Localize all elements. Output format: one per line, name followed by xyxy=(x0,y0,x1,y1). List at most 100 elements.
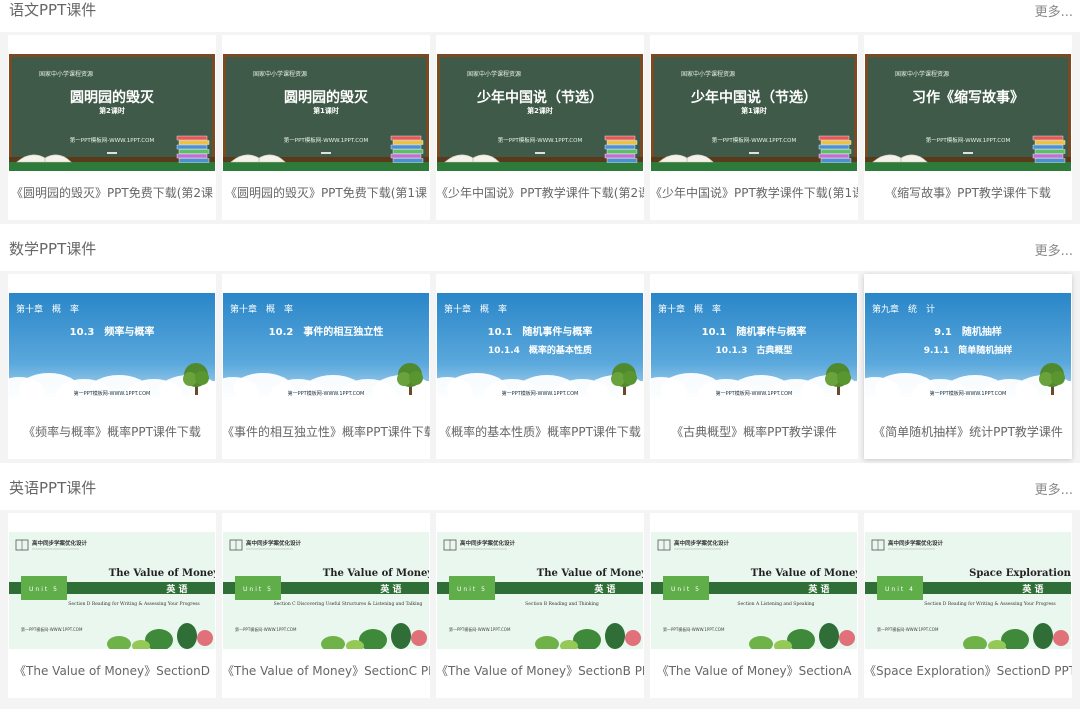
course-card[interactable]: 第十章 概 率 10.2 事件的相互独立性 第一PPT模板网-WWW.1PPT.CO… xyxy=(222,274,430,459)
course-caption[interactable]: 《The Value of Money》SectionD xyxy=(8,661,216,681)
section-title: 语文PPT课件 xyxy=(9,1,97,19)
course-caption[interactable]: 《事件的相互独立性》概率PPT课件下载 xyxy=(222,422,430,442)
slide-title: 圆明园的毁灭 xyxy=(70,89,155,106)
course-card[interactable]: 高中同步学案优化设计 The Value of Money 英 语 Unit 5 Sec… xyxy=(222,513,430,698)
slide-top-label: 国家中小学课程资源 xyxy=(467,70,521,78)
course-caption[interactable]: 《Space Exploration》SectionD PPT xyxy=(864,661,1072,681)
card-strip: 国家中小学课程资源圆明园的毁灭第2课时第一PPT模板网-WWW.1PPT.COM… xyxy=(0,32,1080,224)
course-card[interactable]: 高中同步学案优化设计 The Value of Money 英 语 Unit 5 Sec… xyxy=(8,513,216,698)
course-card[interactable]: 第十章 概 率 10.1 随机事件与概率 10.1.4 概率的基本性质 第一PPT模板… xyxy=(436,274,644,459)
slide-title: The Value of Money xyxy=(537,568,643,579)
slide-top-label: 国家中小学课程资源 xyxy=(681,70,735,78)
slide-section: Section C Discovering Useful Structures … xyxy=(274,601,423,607)
course-thumbnail[interactable]: 高中同步学案优化设计 The Value of Money 英 语 Unit 5 Sec… xyxy=(437,532,643,649)
slide-footer: 第一PPT模板网-WWW.1PPT.COM xyxy=(74,390,151,397)
slide-section: Section A Listening and Speaking xyxy=(737,601,814,607)
slide-brand: 高中同步学案优化设计 xyxy=(246,539,302,547)
course-card[interactable]: 国家中小学课程资源 圆明园的毁灭 第2课时 第一PPT模板网-WWW.1PPT.COM… xyxy=(8,35,216,220)
course-caption[interactable]: 《The Value of Money》SectionC PPT xyxy=(222,661,430,681)
slide-preview: 国家中小学课程资源习作《缩写故事》第一PPT模板网-WWW.1PPT.COM xyxy=(865,54,1071,171)
section-english: 英语PPT课件 更多... 高中同步学案优化设计 The Value of Mon… xyxy=(0,478,1080,709)
course-caption[interactable]: 《The Value of Money》SectionA xyxy=(650,661,858,681)
course-thumbnail[interactable]: 第十章 概 率 10.2 事件的相互独立性 第一PPT模板网-WWW.1PPT.CO… xyxy=(223,293,429,410)
course-caption[interactable]: 《简单随机抽样》统计PPT教学课件 xyxy=(864,422,1072,442)
slide-brand: 高中同步学案优化设计 xyxy=(460,539,516,547)
course-card[interactable]: 国家中小学课程资源 少年中国说（节选） 第2课时 第一PPT模板网-WWW.1PPT.… xyxy=(436,35,644,220)
course-card[interactable]: 高中同步学案优化设计 The Value of Money 英 语 Unit 5 Sec… xyxy=(650,513,858,698)
card-strip: 高中同步学案优化设计 The Value of Money 英 语 Unit 5 Sec… xyxy=(0,510,1080,709)
slide-unit: Unit 5 xyxy=(243,586,273,593)
course-thumbnail[interactable]: 高中同步学案优化设计 The Value of Money 英 语 Unit 5 Sec… xyxy=(651,532,857,649)
course-thumbnail[interactable]: 第九章 统 计 9.1 随机抽样 9.1.1 简单随机抽样 第一PPT模板网-WWW.… xyxy=(865,293,1071,410)
section-title: 数学PPT课件 xyxy=(9,240,97,258)
course-thumbnail[interactable]: 国家中小学课程资源 少年中国说（节选） 第1课时 第一PPT模板网-WWW.1PPT.… xyxy=(651,54,857,171)
slide-title: 少年中国说（节选） xyxy=(476,89,603,106)
slide-section: Section D Reading for Writing & Assessin… xyxy=(68,601,200,607)
course-caption[interactable]: 《频率与概率》概率PPT课件下载 xyxy=(8,422,216,442)
slide-preview: 高中同步学案优化设计 The Value of Money 英 语 Unit 5 Sec… xyxy=(437,532,643,649)
slide-footer: 第一PPT模板网-WWW.1PPT.COM xyxy=(716,390,793,397)
more-link[interactable]: 更多... xyxy=(1035,482,1073,500)
slide-section: Section B Reading and Thinking xyxy=(525,601,599,607)
more-link[interactable]: 更多... xyxy=(1035,4,1073,22)
course-thumbnail[interactable]: 高中同步学案优化设计 Space Exploration 英 语 Unit 4 Sect… xyxy=(865,532,1071,649)
slide-chapter: 第十章 概 率 xyxy=(444,303,507,315)
course-caption[interactable]: 《少年中国说》PPT教学课件下载(第1课 xyxy=(650,183,858,203)
slide-preview: 高中同步学案优化设计 The Value of Money 英 语 Unit 5 Sec… xyxy=(223,532,429,649)
slide-top-label: 国家中小学课程资源 xyxy=(253,70,307,78)
slide-subtitle: 第1课时 xyxy=(313,106,339,115)
slide-preview: 第九章 统 计 9.1 随机抽样 9.1.1 简单随机抽样第一PPT模板网-WWW.… xyxy=(865,293,1071,410)
slide-footer: 第一PPT模板网-WWW.1PPT.COM xyxy=(21,626,83,632)
slide-unit: Unit 5 xyxy=(671,586,701,593)
slide-subject: 英 语 xyxy=(165,583,187,595)
slide-footer: 第一PPT模板网-WWW.1PPT.COM xyxy=(663,626,725,632)
course-thumbnail[interactable]: 国家中小学课程资源 圆明园的毁灭 第1课时 第一PPT模板网-WWW.1PPT.COM xyxy=(223,54,429,171)
section-header: 英语PPT课件 更多... xyxy=(0,478,1080,508)
slide-chapter: 第十章 概 率 xyxy=(16,303,79,315)
course-thumbnail[interactable]: 第十章 概 率 10.1 随机事件与概率 10.1.4 概率的基本性质 第一PPT模板… xyxy=(437,293,643,410)
course-card[interactable]: 国家中小学课程资源 圆明园的毁灭 第1课时 第一PPT模板网-WWW.1PPT.COM… xyxy=(222,35,430,220)
slide-footer: 第一PPT模板网-WWW.1PPT.COM xyxy=(926,136,1011,144)
course-caption[interactable]: 《概率的基本性质》概率PPT课件下载 xyxy=(436,422,644,442)
course-caption[interactable]: 《圆明园的毁灭》PPT免费下载(第1课 xyxy=(222,183,430,203)
slide-brand: 高中同步学案优化设计 xyxy=(674,539,730,547)
course-card[interactable]: 国家中小学课程资源 少年中国说（节选） 第1课时 第一PPT模板网-WWW.1PPT.… xyxy=(650,35,858,220)
section-header: 语文PPT课件 更多... xyxy=(0,0,1080,30)
course-caption[interactable]: 《少年中国说》PPT教学课件下载(第2课 xyxy=(436,183,644,203)
slide-title: 10.1 随机事件与概率 xyxy=(488,325,593,338)
slide-footer: 第一PPT模板网-WWW.1PPT.COM xyxy=(712,136,797,144)
slide-preview: 高中同步学案优化设计 The Value of Money 英 语 Unit 5 Sec… xyxy=(651,532,857,649)
course-caption[interactable]: 《圆明园的毁灭》PPT免费下载(第2课 xyxy=(8,183,216,203)
course-thumbnail[interactable]: 高中同步学案优化设计 The Value of Money 英 语 Unit 5 Sec… xyxy=(9,532,215,649)
slide-top-label: 国家中小学课程资源 xyxy=(39,70,93,78)
slide-subtitle: 第2课时 xyxy=(527,106,553,115)
section-title: 英语PPT课件 xyxy=(9,479,97,497)
course-card[interactable]: 高中同步学案优化设计 Space Exploration 英 语 Unit 4 Sect… xyxy=(864,513,1072,698)
slide-title: 少年中国说（节选） xyxy=(690,89,817,106)
slide-title: 习作《缩写故事》 xyxy=(912,89,1024,106)
slide-preview: 国家中小学课程资源圆明园的毁灭第2课时第一PPT模板网-WWW.1PPT.COM xyxy=(9,54,215,171)
course-thumbnail[interactable]: 国家中小学课程资源 圆明园的毁灭 第2课时 第一PPT模板网-WWW.1PPT.COM xyxy=(9,54,215,171)
course-thumbnail[interactable]: 国家中小学课程资源 习作《缩写故事》 第一PPT模板网-WWW.1PPT.COM xyxy=(865,54,1071,171)
slide-unit: Unit 4 xyxy=(885,586,915,593)
more-link[interactable]: 更多... xyxy=(1035,243,1073,261)
course-card[interactable]: 第十章 概 率 10.1 随机事件与概率 10.1.3 古典概型 第一PPT模板网-W… xyxy=(650,274,858,459)
course-card[interactable]: 国家中小学课程资源 习作《缩写故事》 第一PPT模板网-WWW.1PPT.COM 《… xyxy=(864,35,1072,220)
course-card[interactable]: 高中同步学案优化设计 The Value of Money 英 语 Unit 5 Sec… xyxy=(436,513,644,698)
slide-preview: 第十章 概 率 10.2 事件的相互独立性第一PPT模板网-WWW.1PPT.CO… xyxy=(223,293,429,410)
course-caption[interactable]: 《缩写故事》PPT教学课件下载 xyxy=(864,183,1072,203)
course-caption[interactable]: 《古典概型》概率PPT教学课件 xyxy=(650,422,858,442)
slide-preview: 国家中小学课程资源圆明园的毁灭第1课时第一PPT模板网-WWW.1PPT.COM xyxy=(223,54,429,171)
course-caption[interactable]: 《The Value of Money》SectionB PPT xyxy=(436,661,644,681)
course-card[interactable]: 第十章 概 率 10.3 频率与概率 第一PPT模板网-WWW.1PPT.COM 《… xyxy=(8,274,216,459)
slide-subtitle: 9.1.1 简单随机抽样 xyxy=(924,344,1013,356)
course-thumbnail[interactable]: 国家中小学课程资源 少年中国说（节选） 第2课时 第一PPT模板网-WWW.1PPT.… xyxy=(437,54,643,171)
course-thumbnail[interactable]: 高中同步学案优化设计 The Value of Money 英 语 Unit 5 Sec… xyxy=(223,532,429,649)
slide-footer: 第一PPT模板网-WWW.1PPT.COM xyxy=(877,626,939,632)
course-card[interactable]: 第九章 统 计 9.1 随机抽样 9.1.1 简单随机抽样 第一PPT模板网-WWW.… xyxy=(864,274,1072,459)
card-strip: 第十章 概 率 10.3 频率与概率 第一PPT模板网-WWW.1PPT.COM 《… xyxy=(0,271,1080,463)
slide-chapter: 第九章 统 计 xyxy=(872,303,935,315)
slide-title: 10.2 事件的相互独立性 xyxy=(269,325,384,338)
course-thumbnail[interactable]: 第十章 概 率 10.1 随机事件与概率 10.1.3 古典概型 第一PPT模板网-W… xyxy=(651,293,857,410)
course-thumbnail[interactable]: 第十章 概 率 10.3 频率与概率 第一PPT模板网-WWW.1PPT.COM xyxy=(9,293,215,410)
